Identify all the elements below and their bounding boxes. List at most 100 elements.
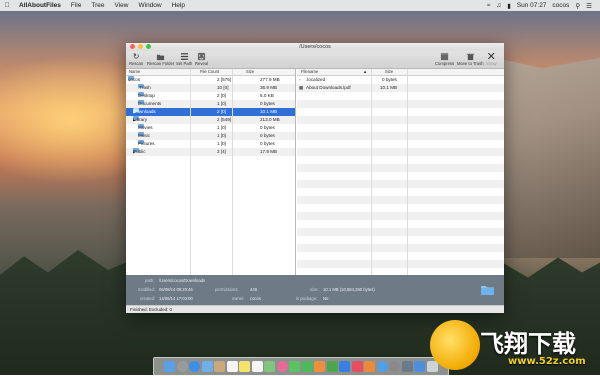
list-icon[interactable]: ☰ <box>586 2 592 10</box>
menu-tree[interactable]: Tree <box>86 2 109 9</box>
keynote-dock-icon[interactable] <box>339 361 351 372</box>
compress-button[interactable]: Compress <box>435 52 454 66</box>
notes-dock-icon[interactable] <box>239 361 251 372</box>
menu-app-name[interactable]: AllAboutFiles <box>14 2 66 9</box>
menu-help[interactable]: Help <box>167 2 190 9</box>
file-row[interactable]: ▩ About Downloads.lpdf 10.1 MB <box>297 84 504 92</box>
reminders-dock-icon[interactable] <box>251 361 263 372</box>
tree-row[interactable]: ▼ cocos 2 [576] 277.9 MB <box>126 76 296 84</box>
files-header-size[interactable]: Size <box>385 69 393 75</box>
tree-row-count: 2 [549] <box>217 117 232 122</box>
file-row[interactable]: ▫ .localized 0 bytes <box>297 76 504 84</box>
tree-row-name: Pictures <box>138 141 155 146</box>
launchpad-dock-icon[interactable] <box>176 361 188 372</box>
finder-dock-icon[interactable] <box>164 361 176 372</box>
files-header-filename[interactable]: Filename <box>301 69 318 75</box>
tree-row[interactable]: ▶ Public 3 [4] 17.9 MB <box>126 148 296 156</box>
reveal-button[interactable]: Reveal <box>195 52 208 66</box>
empty-row <box>297 228 504 236</box>
path-label: path: <box>145 278 155 283</box>
tree-row-selected[interactable]: ▶ Downloads 2 [0] 10.1 MB <box>126 108 296 116</box>
ibooks-dock-icon[interactable] <box>364 361 376 372</box>
numbers-dock-icon[interactable] <box>326 361 338 372</box>
pages-dock-icon[interactable] <box>314 361 326 372</box>
tree-row-name: cocos <box>128 77 141 82</box>
file-list-pane[interactable]: Filename ▲ Size ▫ .localized 0 bytes ▩ A… <box>297 69 504 275</box>
tree-row[interactable]: Documents 1 [0] 0 bytes <box>126 100 296 108</box>
empty-row <box>297 268 504 275</box>
contacts-dock-icon[interactable] <box>214 361 226 372</box>
tree-row[interactable]: .Trash 10 [0] 36.9 MB <box>126 84 296 92</box>
tree-row-name: Documents <box>138 101 162 106</box>
tree-row-count: 1 [0] <box>217 101 226 106</box>
rescan-button[interactable]: ↻ Rescan <box>129 52 143 66</box>
maps-dock-icon[interactable] <box>264 361 276 372</box>
apple-menu-icon[interactable]:  <box>0 2 14 9</box>
set-path-button[interactable]: Set Path <box>176 52 192 66</box>
tree-row-size: 0 bytes <box>260 133 275 138</box>
tree-header-name[interactable]: Name <box>129 69 140 75</box>
menubar-clock[interactable]: Sun 07:27 <box>517 2 547 9</box>
tree-header-size[interactable]: Size <box>246 69 254 75</box>
tree-row[interactable]: ▶ Library 2 [549] 213.0 MB <box>126 116 296 124</box>
tree-row[interactable]: Music 1 [0] 0 bytes <box>126 132 296 140</box>
tree-header-file-count[interactable]: File Count <box>200 69 219 75</box>
facetime-dock-icon[interactable] <box>301 361 313 372</box>
trash-icon <box>465 52 475 61</box>
path-value: /Users/cocos/Downloads <box>159 278 206 283</box>
toolbar: ↻ Rescan Rescan Folder Set Path Reveal C… <box>126 51 504 69</box>
menu-file[interactable]: File <box>66 2 86 9</box>
battery-icon[interactable]: ▮ <box>507 2 511 10</box>
calendar-dock-icon[interactable] <box>226 361 238 372</box>
downloads-dock-icon[interactable] <box>414 361 426 372</box>
file-row-size: 10.1 MB <box>380 85 398 90</box>
pane-divider[interactable] <box>295 69 296 275</box>
list-lines-icon <box>179 52 189 61</box>
rescan-folder-button[interactable]: Rescan Folder <box>147 52 174 66</box>
tree-row[interactable]: Desktop 2 [0] 6.0 KB <box>126 92 296 100</box>
move-to-trash-label: Move to Trash <box>457 61 484 66</box>
tree-header: Name File Count Size <box>126 69 296 76</box>
search-icon[interactable]: ⚲ <box>575 2 580 10</box>
wifi-icon[interactable]: ≈ <box>487 2 491 9</box>
show-button[interactable]: ✕ Show <box>486 51 496 66</box>
permissions-label: permissions: <box>215 287 239 292</box>
main-panes: Name File Count Size ▼ cocos 2 [576] 277… <box>126 69 504 275</box>
photos-dock-icon[interactable] <box>276 361 288 372</box>
owner-label: owner: <box>232 296 245 301</box>
column-divider <box>371 69 372 275</box>
app-store-dock-icon[interactable] <box>376 361 388 372</box>
move-to-trash-button[interactable]: Move to Trash <box>457 52 484 66</box>
tree-row-name: Movies <box>138 125 153 130</box>
volume-icon[interactable]: ♫ <box>496 2 501 9</box>
messages-dock-icon[interactable] <box>289 361 301 372</box>
tree-row-count: 2 [576] <box>217 77 232 82</box>
tree-row-name: .Trash <box>138 85 151 90</box>
window-title: /Users/cocos <box>299 44 331 50</box>
mail-dock-icon[interactable] <box>201 361 213 372</box>
itunes-dock-icon[interactable] <box>351 361 363 372</box>
is-package-value: No <box>323 296 329 301</box>
safari-dock-icon[interactable] <box>189 361 201 372</box>
menu-view[interactable]: View <box>110 2 134 9</box>
menubar-user[interactable]: cocos <box>552 2 569 9</box>
app-window: /Users/cocos ↻ Rescan Rescan Folder Set … <box>126 43 504 313</box>
empty-row <box>297 260 504 268</box>
modified-label: modified: <box>138 287 155 292</box>
reveal-label: Reveal <box>195 61 209 66</box>
menu-window[interactable]: Window <box>133 2 166 9</box>
empty-row <box>297 156 504 164</box>
allaboutfiles-dock-icon[interactable] <box>401 361 413 372</box>
folder-tree-pane[interactable]: Name File Count Size ▼ cocos 2 [576] 277… <box>126 69 296 275</box>
set-path-label: Set Path <box>176 61 193 66</box>
system-preferences-dock-icon[interactable] <box>389 361 401 372</box>
tree-row-name: Public <box>133 149 146 154</box>
tree-row[interactable]: Movies 1 [0] 0 bytes <box>126 124 296 132</box>
tree-row-count: 2 [0] <box>217 93 226 98</box>
empty-row <box>297 180 504 188</box>
tree-row[interactable]: Pictures 1 [0] 0 bytes <box>126 140 296 148</box>
tree-row-size: 10.1 MB <box>260 109 278 114</box>
tree-row-count: 1 [0] <box>217 141 226 146</box>
file-icon: ▫ <box>299 77 301 82</box>
tree-row-count: 10 [0] <box>217 85 229 90</box>
